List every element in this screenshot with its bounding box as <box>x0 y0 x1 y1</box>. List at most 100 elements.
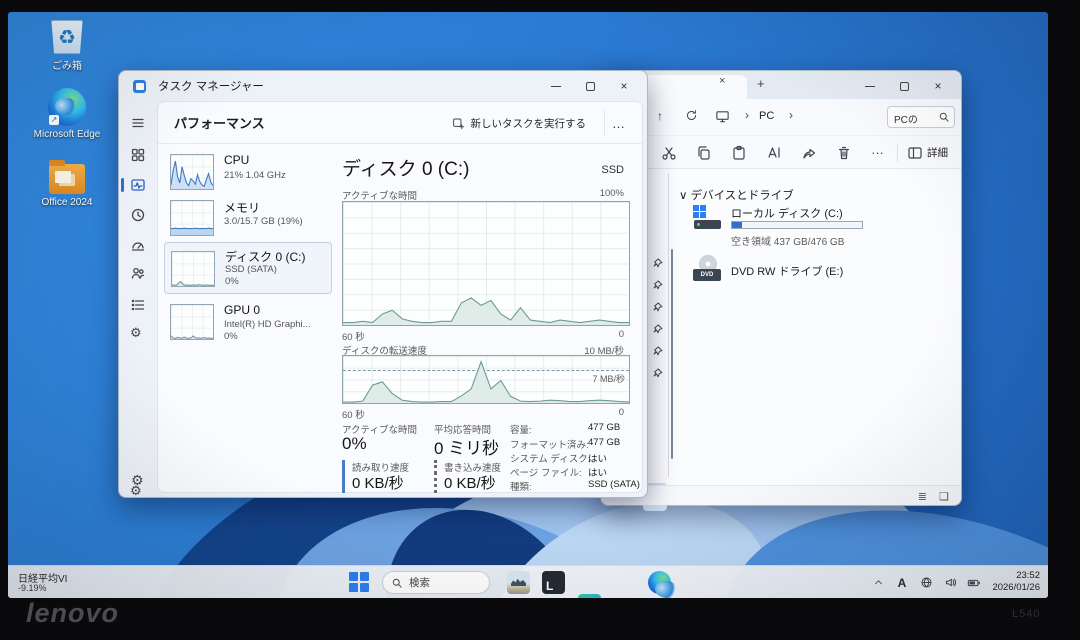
read-speed-value: 0 KB/秒 <box>342 472 404 493</box>
battery-icon[interactable] <box>962 571 986 595</box>
section-devices-drives[interactable]: ∨ デバイスとドライブ <box>679 187 794 203</box>
paste-icon[interactable] <box>731 145 747 161</box>
screen: ♻ ごみ箱 ↗ Microsoft Edge Office 2024 × + × <box>8 12 1048 598</box>
explorer-window: × + × ↑ › PC › PCの <box>600 70 962 506</box>
tm-title-bar: タスク マネージャー × <box>119 71 647 101</box>
perf-item-cpu[interactable]: CPU 21% 1.04 GHz <box>164 150 332 194</box>
tm-close-button[interactable]: × <box>607 72 641 100</box>
menu-icon[interactable] <box>130 115 146 131</box>
pin-icon <box>651 367 664 380</box>
tray-clock[interactable]: 23:52 2026/01/26 <box>992 570 1040 595</box>
toolbar-divider <box>897 144 898 162</box>
disk-type-badge: SSD <box>601 164 624 176</box>
view-details-label[interactable]: 詳細 <box>927 145 948 161</box>
search-icon <box>938 111 950 123</box>
tm-minimize-button[interactable] <box>539 72 573 100</box>
more-options-icon[interactable]: … <box>871 142 887 158</box>
delete-icon[interactable] <box>836 145 852 161</box>
desktop-icon-office[interactable]: Office 2024 <box>24 164 110 208</box>
explorer-close-button[interactable]: × <box>921 72 955 100</box>
icon-view-toggle-icon[interactable]: ❏ <box>939 490 949 503</box>
edge-icon: ↗ <box>48 88 86 126</box>
taskbar: 日経平均VI -9.19% 検索 L A 23:5 <box>8 565 1048 598</box>
pin-icon <box>651 279 664 292</box>
desktop-icon-edge[interactable]: ↗ Microsoft Edge <box>24 88 110 140</box>
desktop-icon-label: Office 2024 <box>24 197 110 208</box>
share-icon[interactable] <box>801 145 817 161</box>
pin-icon <box>651 345 664 358</box>
pc-monitor-icon[interactable] <box>715 109 730 124</box>
explorer-maximize-button[interactable] <box>887 72 921 100</box>
tm-settings-gear-icon[interactable]: ⚙ <box>131 472 144 489</box>
nav-scrollbar[interactable] <box>671 249 673 459</box>
pdf-app-icon[interactable] <box>578 594 601 598</box>
ime-indicator[interactable]: A <box>890 571 914 595</box>
view-details-icon[interactable] <box>907 145 923 161</box>
memory-mini-chart <box>170 200 214 236</box>
tm-window-title: タスク マネージャー <box>158 78 264 94</box>
copy-icon[interactable] <box>696 145 712 161</box>
start-button[interactable] <box>348 571 371 594</box>
bezel-brand: lenovo <box>26 598 119 629</box>
network-icon[interactable] <box>914 571 938 595</box>
chart1-x-right: 0 <box>619 329 624 340</box>
explorer-search-box[interactable]: PCの <box>887 106 955 128</box>
users-icon[interactable] <box>130 265 146 281</box>
list-view-toggle-icon[interactable]: ≣ <box>918 490 927 503</box>
services-icon[interactable]: ⚙ <box>130 325 146 341</box>
drive-free-space: 空き領域 437 GB/476 GB <box>731 233 844 248</box>
dvd-drive-icon: DVD <box>693 255 723 287</box>
drive-name: ローカル ディスク (C:) <box>731 205 843 221</box>
gpu-mini-chart <box>170 304 214 340</box>
explorer-status-bar: ≣ ❏ <box>601 485 961 505</box>
new-tab-button[interactable]: + <box>757 76 765 91</box>
taskbar-search[interactable]: 検索 <box>382 571 490 594</box>
chart2-x-right: 0 <box>619 407 624 418</box>
startup-apps-icon[interactable] <box>130 237 146 253</box>
cut-icon[interactable] <box>661 145 677 161</box>
explorer-content: ∨ デバイスとドライブ ローカル ディスク (C:) 空き領域 437 GB/4… <box>601 169 961 485</box>
explorer-minimize-button[interactable] <box>853 72 887 100</box>
tm-more-button[interactable]: … <box>604 110 632 136</box>
tm-content-card: パフォーマンス 新しいタスクを実行する … CPU 21% 1.04 GHz メ… <box>157 101 643 493</box>
app-history-icon[interactable] <box>130 207 146 223</box>
chart1-max: 100% <box>600 188 624 199</box>
chart2-x-left: 60 秒 <box>342 407 365 421</box>
l-app-icon[interactable]: L <box>542 571 565 594</box>
run-new-task-button[interactable]: 新しいタスクを実行する <box>442 110 597 136</box>
breadcrumb-pc[interactable]: PC <box>759 110 774 122</box>
breadcrumb-chevron-icon: › <box>745 108 749 122</box>
perf-item-disk[interactable]: ディスク 0 (C:) SSD (SATA) 0% <box>164 242 332 294</box>
section-chevron-icon[interactable]: ∨ <box>679 190 687 202</box>
refresh-icon[interactable] <box>685 109 698 122</box>
rename-icon[interactable] <box>766 145 782 161</box>
perf-item-gpu[interactable]: GPU 0 Intel(R) HD Graphi... 0% <box>164 300 332 350</box>
desktop-icon-recycle-bin[interactable]: ♻ ごみ箱 <box>24 20 110 72</box>
pane-separator[interactable] <box>668 173 669 477</box>
transfer-rate-chart: 7 MB/秒 <box>342 355 630 404</box>
local-disk-icon <box>693 205 723 237</box>
edge-taskbar-icon[interactable] <box>648 571 671 594</box>
desktop-icon-label: ごみ箱 <box>24 57 110 72</box>
tm-sidebar: ⚙ ⚙ <box>119 101 157 497</box>
volume-icon[interactable] <box>938 571 962 595</box>
task-manager-app-icon <box>133 80 146 93</box>
office-folder-icon <box>49 164 85 194</box>
clock-time: 23:52 <box>992 570 1040 582</box>
weather-widget-icon[interactable] <box>507 571 530 594</box>
tray-chevron-icon[interactable] <box>866 571 890 595</box>
perf-item-memory[interactable]: メモリ 3.0/15.7 GB (19%) <box>164 196 332 240</box>
disk-mini-chart <box>171 251 215 287</box>
tab-close-icon[interactable]: × <box>719 75 725 87</box>
performance-icon[interactable] <box>130 177 146 193</box>
pin-icon <box>651 257 664 270</box>
processes-icon[interactable] <box>130 147 146 163</box>
drive-usage-bar <box>731 221 863 229</box>
up-arrow-icon[interactable]: ↑ <box>657 109 663 123</box>
search-label: 検索 <box>409 575 430 590</box>
chart1-label: アクティブな時間 <box>342 188 417 202</box>
search-text: PCの <box>894 111 918 126</box>
disk-panel-title: ディスク 0 (C:) <box>342 154 469 181</box>
details-icon[interactable] <box>130 297 146 313</box>
tm-maximize-button[interactable] <box>573 72 607 100</box>
